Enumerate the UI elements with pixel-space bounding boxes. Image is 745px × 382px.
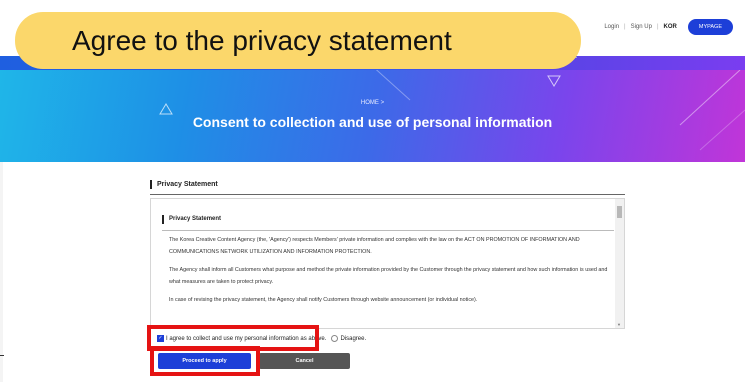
login-link[interactable]: Login	[604, 24, 619, 30]
page-title: Consent to collection and use of persona…	[192, 114, 553, 130]
cancel-button[interactable]: Cancel	[259, 353, 350, 369]
statement-paragraph: The Agency shall inform all Customers wh…	[169, 267, 608, 285]
statement-paragraph: The Korea Creative Content Agency (the, …	[169, 237, 580, 255]
disagree-radio[interactable]	[331, 335, 339, 342]
instruction-banner: Agree to the privacy statement	[15, 12, 581, 69]
statement-scrollbar[interactable]	[615, 199, 624, 328]
language-link[interactable]: KOR	[664, 24, 677, 30]
scrollbar-thumb[interactable]	[617, 206, 622, 218]
statement-title: Privacy Statement	[162, 215, 221, 224]
section-divider	[150, 194, 625, 195]
statement-divider	[162, 230, 614, 231]
breadcrumb: HOME >	[360, 100, 385, 106]
hero-banner: HOME > Consent to collection and use of …	[0, 70, 745, 162]
privacy-statement-box[interactable]: Privacy Statement The Korea Creative Con…	[150, 198, 625, 329]
statement-paragraph: In case of revising the privacy statemen…	[169, 297, 478, 303]
disagree-label[interactable]: Disagree.	[340, 336, 366, 342]
mypage-button[interactable]: MYPAGE	[687, 19, 733, 35]
top-nav: Login | Sign Up | KOR MYPAGE	[604, 19, 733, 35]
nav-separator: |	[624, 24, 626, 30]
section-title: Privacy Statement	[150, 180, 218, 189]
apply-highlight	[150, 346, 260, 376]
scroll-down-icon[interactable]: ▼	[617, 322, 621, 327]
nav-separator: |	[656, 24, 659, 30]
signup-link[interactable]: Sign Up	[631, 24, 652, 30]
